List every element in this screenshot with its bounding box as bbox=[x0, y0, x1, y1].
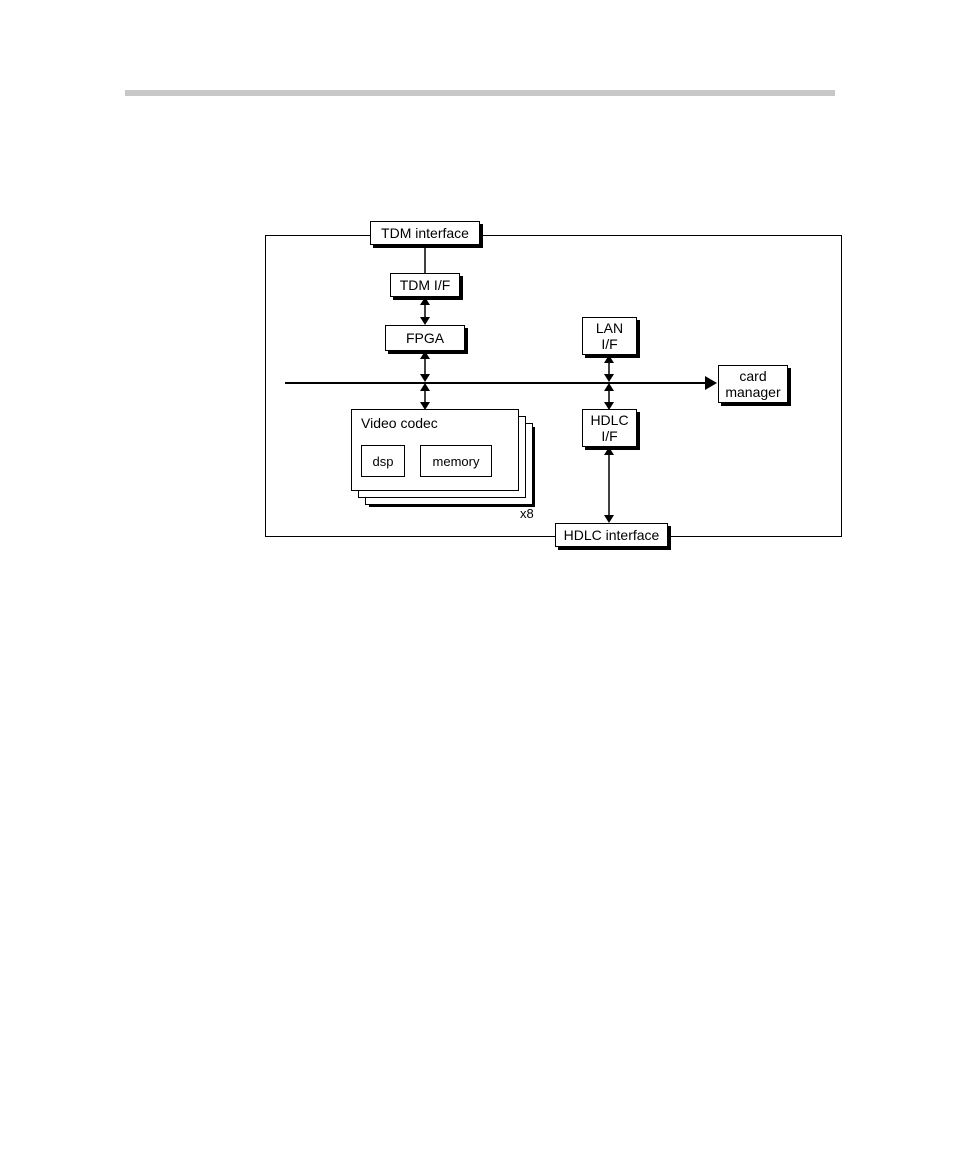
link-tdmif-fpga bbox=[419, 297, 431, 325]
link-hdlcif-hdlcinterface bbox=[603, 447, 615, 523]
dsp-box: dsp bbox=[361, 445, 405, 477]
block-diagram: TDM interface TDM I/F FPGA Video codec d… bbox=[265, 220, 840, 550]
dsp-label: dsp bbox=[373, 454, 394, 469]
hdlc-if-box: HDLC I/F bbox=[582, 409, 637, 447]
card-manager-line2: manager bbox=[725, 384, 780, 400]
tdm-if-box: TDM I/F bbox=[390, 273, 460, 297]
hdlc-if-line1: HDLC bbox=[590, 412, 628, 428]
hdlc-interface-box: HDLC interface bbox=[555, 523, 668, 547]
link-bus-videocodec bbox=[419, 383, 431, 410]
link-bus-hdlcif bbox=[603, 383, 615, 410]
lan-if-line2: I/F bbox=[601, 336, 617, 352]
memory-box: memory bbox=[420, 445, 492, 477]
memory-label: memory bbox=[433, 454, 480, 469]
link-fpga-bus bbox=[419, 351, 431, 382]
fpga-label: FPGA bbox=[406, 330, 444, 346]
tdm-interface-box: TDM interface bbox=[370, 221, 480, 245]
tdm-if-label: TDM I/F bbox=[400, 277, 451, 293]
card-manager-line1: card bbox=[739, 368, 766, 384]
card-manager-box: card manager bbox=[718, 365, 788, 403]
lan-if-line1: LAN bbox=[596, 320, 623, 336]
hdlc-if-line2: I/F bbox=[601, 428, 617, 444]
tdm-interface-label: TDM interface bbox=[381, 225, 469, 241]
page-top-rule bbox=[125, 90, 835, 96]
fpga-box: FPGA bbox=[385, 325, 465, 351]
hdlc-interface-label: HDLC interface bbox=[564, 527, 660, 543]
videocodec-label: Video codec bbox=[361, 415, 438, 431]
lan-if-box: LAN I/F bbox=[582, 317, 637, 355]
internal-bus bbox=[285, 382, 705, 384]
link-tdmiface-tdmif bbox=[422, 245, 428, 273]
x8-label: x8 bbox=[520, 506, 534, 521]
bus-right-arrow bbox=[705, 376, 719, 390]
link-lanif-bus bbox=[603, 355, 615, 382]
